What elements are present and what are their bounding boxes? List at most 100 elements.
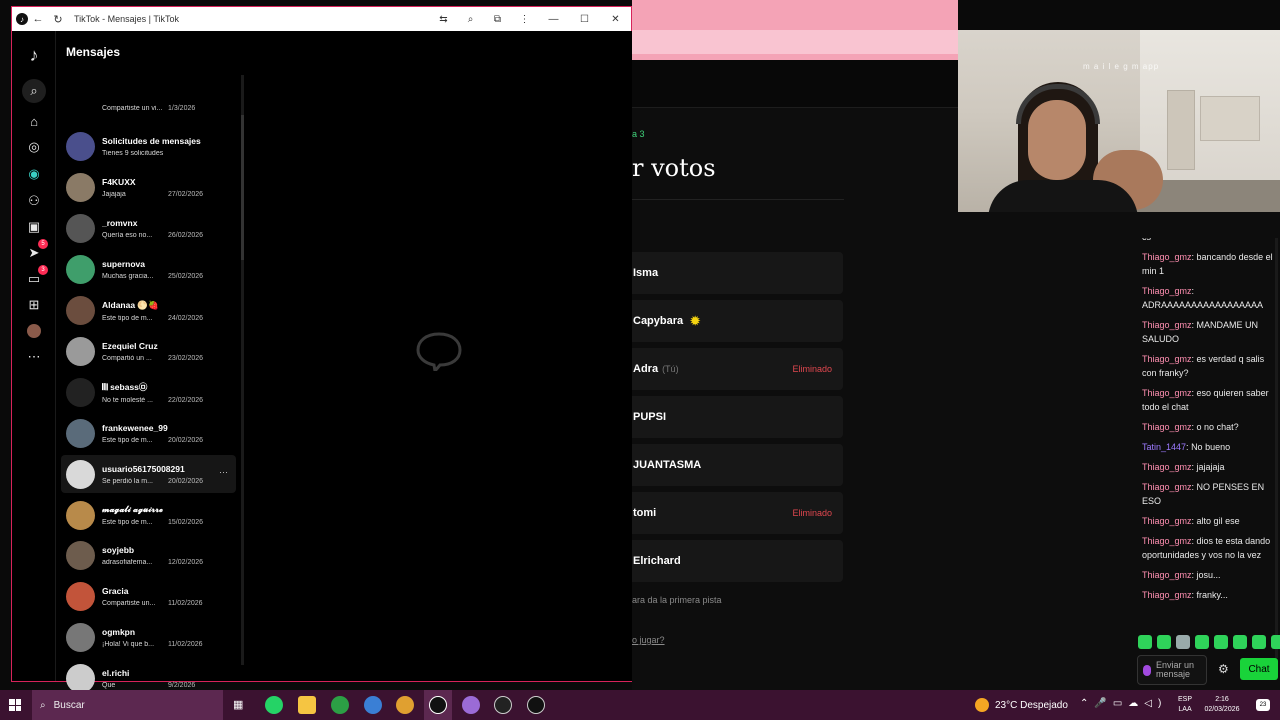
explore-icon[interactable]: ◎ [24, 137, 44, 157]
tiktok-taskbar-icon[interactable] [429, 696, 447, 714]
home-icon[interactable]: ⌂ [24, 111, 44, 131]
chat-message-input[interactable]: Enviar un mensaje [1137, 655, 1207, 685]
emote-icon[interactable] [1138, 635, 1152, 649]
tv-icon[interactable]: ▣ [24, 217, 44, 237]
player-row[interactable]: Elrichard [628, 540, 843, 582]
taskbar-search[interactable]: ⌕ Buscar [32, 690, 223, 720]
chat-username[interactable]: Thiago_gmz [1142, 590, 1192, 600]
conversation-item[interactable]: supernova Muchas gracia... 25/02/2026 [61, 251, 237, 289]
chat-username[interactable]: Thiago_gmz [1142, 462, 1192, 472]
emote-icon[interactable] [1233, 635, 1247, 649]
chat-username[interactable]: Thiago_gmz [1142, 286, 1192, 296]
gear-icon[interactable]: ⚙ [1218, 662, 1229, 676]
conversation-item[interactable]: soyjebb adrasofiafema... 12/02/2026 [61, 537, 237, 575]
tiktok-home-logo-icon[interactable]: ♪ [24, 45, 44, 65]
tiktok-nav-rail: ♪ ⌕ ⌂ ◎ ◉ ⚇ ▣ ➤ 5 ▭ 3 ⊞ ⋯ [12, 31, 56, 681]
profile-avatar[interactable] [24, 321, 44, 341]
conversation-item[interactable]: 𝄃𝄃𝄂 sebass㉤ No te molesté ... 22/02/2026 [61, 373, 237, 411]
search-icon[interactable]: ⌕ [22, 79, 46, 103]
chat-username[interactable]: Thiago_gmz [1142, 252, 1192, 262]
translate-icon[interactable]: ⇆ [430, 14, 457, 25]
conversation-preview: Compartiste un vi... [102, 104, 163, 112]
player-row[interactable]: Adra (Tú) Eliminado [628, 348, 843, 390]
messages-icon[interactable]: ▭ 3 [24, 265, 48, 289]
weather-widget[interactable]: 23°C Despejado [975, 690, 1068, 720]
chat-scrollbar[interactable] [1275, 238, 1278, 658]
following-icon[interactable]: ⚇ [24, 191, 44, 211]
chat-send-button[interactable]: Chat [1240, 658, 1278, 680]
avatar [66, 91, 95, 121]
conversation-item[interactable]: F4KUXX Jajajaja 27/02/2026 [61, 169, 237, 207]
conversation-item[interactable]: _romvnx Quería eso no... 26/02/2026 [61, 210, 237, 248]
emote-icon[interactable] [1214, 635, 1228, 649]
whatsapp-icon[interactable] [265, 696, 283, 714]
conversation-date: 1/3/2026 [168, 104, 196, 112]
avatar [66, 664, 95, 694]
extensions-icon[interactable]: ⧉ [484, 14, 511, 25]
conversation-item[interactable]: 𝓶𝓪𝓰𝓪𝓵𝓲 𝓪𝓰𝓾𝓲𝓻𝓻𝓮 Este tipo de m... 15/02/202… [61, 496, 237, 534]
chat-username[interactable]: Thiago_gmz [1142, 536, 1192, 546]
conversation-item[interactable]: usuario561750082​91 Se perdió la m... 20/0… [61, 455, 236, 494]
emote-icon[interactable] [1176, 635, 1190, 649]
conversation-item[interactable]: Compartiste un vi... 1/3/2026 [61, 87, 237, 125]
notification-center[interactable]: 23 [1256, 699, 1270, 711]
file-explorer-icon[interactable] [298, 696, 316, 714]
how-to-play-link[interactable]: o jugar? [632, 635, 665, 645]
system-tray-icons[interactable]: ⌃🎤▭☁◁) [1080, 698, 1167, 709]
microphone-icon[interactable] [1143, 664, 1151, 676]
chrome-profile-icon[interactable] [364, 696, 382, 714]
conversation-preview: Tienes 9 solicitudes [102, 150, 164, 158]
upload-icon[interactable]: ⊞ [24, 295, 44, 315]
conversation-item[interactable]: frankewenee_99 Este tipo de m... 20/02/202… [61, 414, 237, 452]
chat-message: Thiago_gmz: franky... [1142, 590, 1228, 600]
chat-username[interactable]: Thiago_gmz [1142, 516, 1192, 526]
player-row[interactable]: tomi Eliminado [628, 492, 843, 534]
conversation-item[interactable]: Ezequiel Cruz Compartió un ... 23/02/2026 [61, 332, 237, 370]
app-taskbar-icon[interactable] [462, 696, 480, 714]
conversation-name: 𝓶𝓪𝓰𝓪𝓵𝓲 𝓪𝓰𝓾𝓲𝓻𝓻𝓮 [102, 504, 163, 514]
emote-icon[interactable] [1252, 635, 1266, 649]
chat-username[interactable]: Tatin_1447 [1142, 442, 1186, 452]
chat-username[interactable]: Thiago_gmz [1142, 388, 1192, 398]
conversation-item[interactable]: Solicitudes de mensajes Tienes 9 solicitu… [61, 128, 237, 166]
player-row[interactable]: JUANTASMA [628, 444, 843, 486]
close-button[interactable]: ✕ [600, 14, 631, 25]
player-name: Adra [633, 363, 659, 375]
chat-username[interactable]: Thiago_gmz [1142, 482, 1192, 492]
more-options-icon[interactable]: ⋮ [511, 14, 538, 25]
player-row[interactable]: Isma [628, 252, 843, 294]
chat-username[interactable]: Thiago_gmz [1142, 320, 1192, 330]
chat-username[interactable]: Thiago_gmz [1142, 354, 1192, 364]
player-row[interactable]: Capybara ✹ [628, 300, 843, 342]
inbox-icon[interactable]: ➤ 5 [24, 239, 48, 263]
language-indicator[interactable]: ESP LAA [1178, 695, 1192, 715]
start-button[interactable] [0, 690, 30, 720]
conversation-item[interactable]: Gracia Compartiste un... 11/02/2026 [61, 578, 237, 616]
chrome-profile2-icon[interactable] [396, 696, 414, 714]
zoom-icon[interactable]: ⌕ [457, 14, 484, 25]
conversation-more-icon[interactable]: ··· [219, 467, 228, 477]
back-arrow-icon[interactable]: ← [28, 13, 48, 25]
obs-icon[interactable] [494, 696, 512, 714]
clock[interactable]: 2:16 02/03/2026 [1200, 695, 1244, 715]
chrome-icon[interactable] [331, 696, 349, 714]
emote-icon[interactable] [1157, 635, 1171, 649]
app2-taskbar-icon[interactable] [527, 696, 545, 714]
emote-icon[interactable] [1195, 635, 1209, 649]
chat-username[interactable]: Thiago_gmz [1142, 422, 1192, 432]
conversation-scrollbar[interactable] [241, 75, 244, 665]
maximize-button[interactable]: ☐ [569, 14, 600, 25]
reload-icon[interactable]: ↻ [48, 13, 68, 26]
conversation-item[interactable]: ogmkpn ¡Hola! Vi que b... 11/02/2026 [61, 619, 237, 657]
minimize-button[interactable]: — [538, 14, 569, 25]
emote-bar [1138, 635, 1280, 649]
more-icon[interactable]: ⋯ [24, 347, 44, 367]
chat-username[interactable]: Thiago_gmz [1142, 570, 1192, 580]
conversation-name: usuario561750082​91 [102, 463, 185, 474]
live-icon[interactable]: ◉ [24, 164, 44, 184]
task-view-icon[interactable]: ▦ [233, 698, 243, 711]
emote-icon[interactable] [1271, 635, 1280, 649]
conversation-item[interactable]: Aldanaa 🌕🍓 Este tipo de m... 24/02/2026 [61, 292, 237, 330]
conversation-preview: Compartió un ... [102, 354, 152, 362]
player-row[interactable]: PUPSI [628, 396, 843, 438]
